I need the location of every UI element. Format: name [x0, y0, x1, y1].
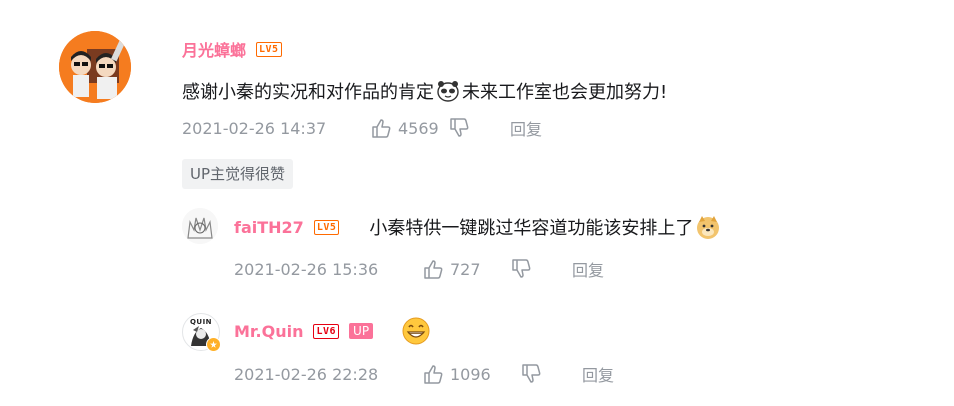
level-badge: LV6 — [313, 323, 340, 339]
reply-content: 小秦特供一键跳过华容道功能该安排上了 — [369, 214, 721, 240]
level-badge: LV5 — [256, 41, 282, 57]
thumbs-down-icon[interactable] — [510, 258, 532, 280]
verified-icon — [206, 337, 221, 352]
reply-meta: 2021-02-26 15:36 727 回复 — [234, 258, 604, 280]
comment-meta: 2021-02-26 14:37 4569 回复 — [182, 117, 542, 139]
up-liked-tag: UP主觉得很赞 — [182, 159, 294, 189]
reply-meta: 2021-02-26 22:28 1096 回复 — [234, 363, 614, 385]
comment-header: 月光蟑螂 LV5 — [182, 38, 282, 60]
avatar[interactable] — [59, 31, 131, 103]
thumbs-up-icon[interactable] — [422, 363, 444, 385]
avatar-illustration — [182, 208, 218, 244]
reply-header: faiTH27 LV5 小秦特供一键跳过华容道功能该安排上了 — [234, 215, 721, 239]
panda-emoji-icon — [436, 79, 460, 103]
reply-header: Mr.Quin LV6 UP — [234, 316, 431, 346]
thumbs-down-icon[interactable] — [520, 363, 542, 385]
reply-avatar[interactable] — [182, 208, 218, 244]
thumbs-down-icon[interactable] — [448, 117, 470, 139]
timestamp: 2021-02-26 22:28 — [234, 364, 379, 384]
reply-avatar[interactable]: QUIN — [182, 313, 221, 352]
thumbs-up-icon[interactable] — [422, 258, 444, 280]
up-badge: UP — [349, 323, 374, 339]
reply-button[interactable]: 回复 — [510, 116, 542, 140]
reply-button[interactable]: 回复 — [572, 257, 604, 281]
reply-text: 小秦特供一键跳过华容道功能该安排上了 — [369, 218, 694, 239]
level-badge: LV5 — [313, 219, 340, 235]
username[interactable]: Mr.Quin — [234, 322, 303, 341]
doge-emoji-icon — [695, 214, 721, 240]
comment-text: 感谢小秦的实况和对作品的肯定 — [182, 82, 434, 103]
comment-text-2: 未来工作室也会更加努力! — [462, 82, 668, 103]
username[interactable]: 月光蟑螂 — [182, 37, 246, 61]
like-count: 1096 — [450, 364, 491, 384]
like-count: 4569 — [398, 118, 439, 138]
reply-button[interactable]: 回复 — [582, 362, 614, 386]
timestamp: 2021-02-26 14:37 — [182, 118, 327, 138]
laughing-emoji-icon — [401, 316, 431, 346]
comment-content: 感谢小秦的实况和对作品的肯定 未来工作室也会更加努力! — [182, 78, 667, 104]
timestamp: 2021-02-26 15:36 — [234, 259, 379, 279]
thumbs-up-icon[interactable] — [370, 117, 392, 139]
username[interactable]: faiTH27 — [234, 218, 304, 237]
like-count: 727 — [450, 259, 481, 279]
avatar-illustration — [59, 31, 131, 103]
